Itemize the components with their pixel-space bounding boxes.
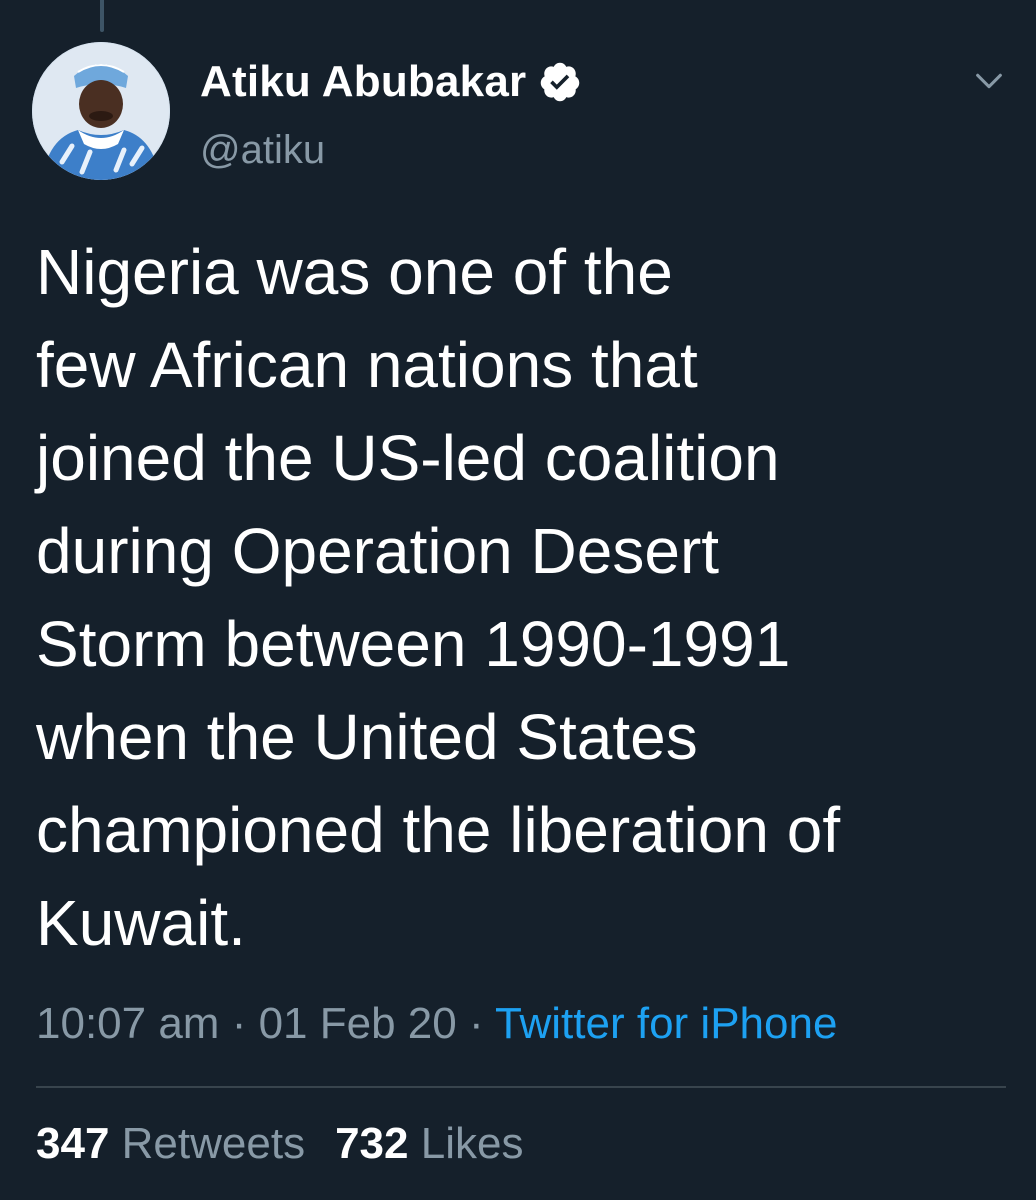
tweet-time[interactable]: 10:07 am	[36, 999, 219, 1048]
meta-separator: ·	[456, 999, 496, 1048]
divider	[36, 1086, 1006, 1088]
tweet-date[interactable]: 01 Feb 20	[259, 999, 457, 1048]
likes-label: Likes	[420, 1119, 524, 1168]
tweet-stats: 347 Retweets 732 Likes	[36, 1116, 523, 1172]
retweets-stat[interactable]: 347 Retweets	[36, 1119, 305, 1168]
tweet-card: Atiku Abubakar @atiku Nigeria was one of…	[0, 0, 1036, 1200]
verified-badge-icon	[538, 60, 582, 104]
avatar[interactable]	[32, 42, 170, 180]
user-handle[interactable]: @atiku	[200, 126, 325, 174]
likes-count: 732	[335, 1119, 409, 1168]
likes-stat[interactable]: 732 Likes	[335, 1119, 523, 1168]
avatar-photo	[32, 42, 170, 180]
tweet-meta: 10:07 am · 01 Feb 20 · Twitter for iPhon…	[36, 996, 837, 1052]
retweets-label: Retweets	[121, 1119, 306, 1168]
chevron-down-icon[interactable]	[972, 64, 1006, 98]
display-name[interactable]: Atiku Abubakar	[200, 56, 526, 108]
meta-separator: ·	[219, 999, 259, 1048]
thread-connector-line	[100, 0, 104, 32]
retweets-count: 347	[36, 1119, 110, 1168]
author-name-row[interactable]: Atiku Abubakar	[200, 56, 582, 108]
tweet-text: Nigeria was one of the few African natio…	[36, 236, 841, 959]
tweet-source-link[interactable]: Twitter for iPhone	[495, 999, 837, 1048]
